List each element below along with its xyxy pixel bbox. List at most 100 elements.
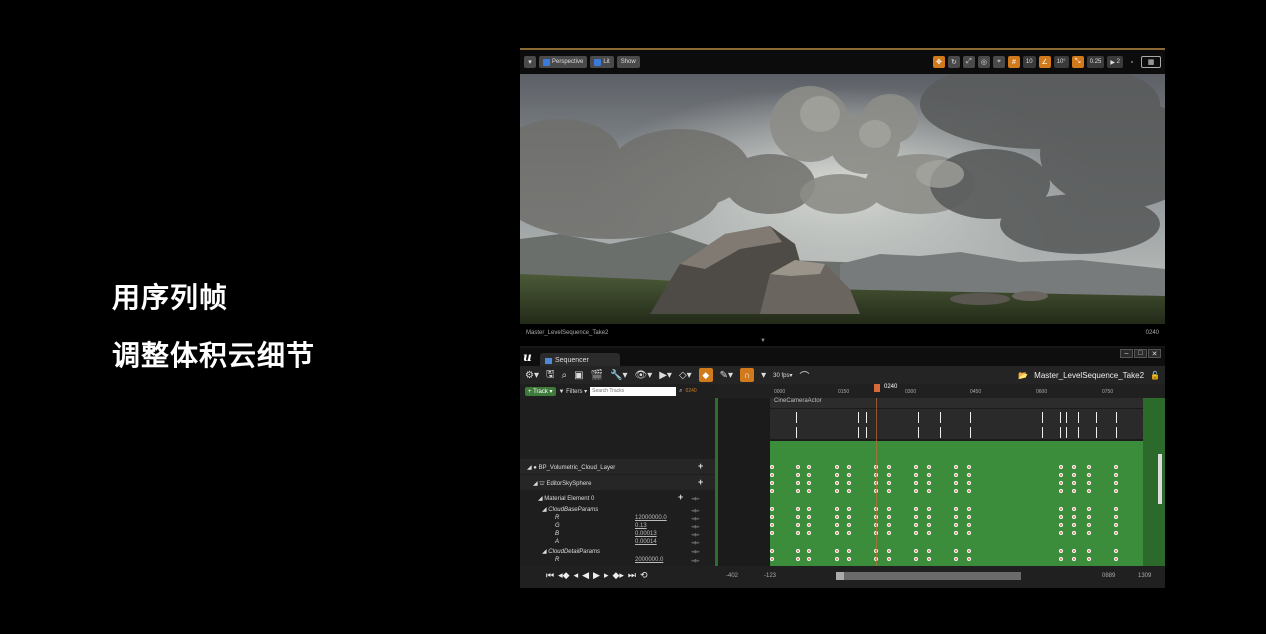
keyframe[interactable] [1114, 465, 1118, 469]
timeline-area[interactable]: 0000 0150 0300 0450 0600 0750 0240 CineC… [718, 384, 1165, 566]
fps-dropdown[interactable]: 30 fps▾ [773, 372, 792, 379]
jump-start-icon[interactable]: ⏮ [546, 570, 554, 581]
current-frame-field[interactable]: 0240 [686, 388, 697, 394]
play-start-field[interactable]: -123 [764, 573, 776, 579]
keyframe[interactable] [807, 489, 811, 493]
layout-icon[interactable]: ▦ [1141, 56, 1161, 68]
section-keyframe-mark[interactable] [940, 412, 941, 423]
keyframe[interactable] [967, 523, 971, 527]
section-keyframe-mark[interactable] [1078, 427, 1079, 438]
section-keyframe-mark[interactable] [1066, 427, 1067, 438]
keyframe[interactable] [847, 465, 851, 469]
section-keyframe-mark[interactable] [866, 427, 867, 438]
keyframe[interactable] [796, 557, 800, 561]
keyframe[interactable] [1087, 473, 1091, 477]
keyframe[interactable] [914, 489, 918, 493]
keyframe[interactable] [847, 531, 851, 535]
keyframe[interactable] [1114, 489, 1118, 493]
keyframe[interactable] [835, 523, 839, 527]
keyframe[interactable] [1072, 557, 1076, 561]
section-keyframe-mark[interactable] [1042, 412, 1043, 423]
keyframe[interactable] [927, 465, 931, 469]
keyframe[interactable] [1059, 507, 1063, 511]
material-keys-section[interactable] [770, 441, 1143, 566]
keyframe[interactable] [1114, 557, 1118, 561]
keyframe[interactable] [847, 473, 851, 477]
channel-value[interactable]: 0.00014 [635, 539, 657, 545]
scale-snap-icon[interactable]: ⤡ [1071, 56, 1084, 68]
keyframe[interactable] [1114, 523, 1118, 527]
keyframe[interactable] [927, 481, 931, 485]
keyframe[interactable] [1087, 523, 1091, 527]
keyframe[interactable] [847, 515, 851, 519]
curve-editor-icon[interactable]: ⌒ [799, 368, 809, 383]
keyframe[interactable] [967, 557, 971, 561]
render-movie-icon[interactable]: 🎬 [591, 370, 603, 381]
keyframe[interactable] [887, 489, 891, 493]
keyframe[interactable] [914, 549, 918, 553]
section-keyframe-mark[interactable] [1116, 427, 1117, 438]
key-nav[interactable]: ◂◆▸ [691, 516, 700, 522]
keyframe[interactable] [770, 489, 774, 493]
tree-item-volumetric-cloud[interactable]: ◢ ● BP_Volumetric_Cloud_Layer [527, 464, 615, 471]
next-key-icon[interactable]: ◆▸ [612, 570, 623, 581]
keyframe[interactable] [914, 465, 918, 469]
keyframe[interactable] [1072, 523, 1076, 527]
rotation-snap-value[interactable]: 10° [1053, 56, 1069, 68]
keyframe[interactable] [887, 507, 891, 511]
keyframe[interactable] [807, 549, 811, 553]
world-local-icon[interactable]: ◎ [977, 56, 990, 68]
keyframe[interactable] [796, 531, 800, 535]
view-end-field[interactable]: 1309 [1138, 573, 1151, 579]
settings-gear-icon[interactable]: ⚙▾ [525, 370, 539, 381]
keyframe[interactable] [954, 489, 958, 493]
keyframe[interactable] [1087, 507, 1091, 511]
keyframe[interactable] [796, 481, 800, 485]
keyframe[interactable] [1059, 481, 1063, 485]
keyframe[interactable] [954, 465, 958, 469]
keyframe[interactable] [1072, 531, 1076, 535]
loop-icon[interactable]: ⟲ [640, 570, 648, 581]
rotate-icon[interactable]: ↻ [947, 56, 960, 68]
key-options-icon[interactable]: ◇▾ [679, 370, 692, 381]
keyframe[interactable] [914, 515, 918, 519]
keyframe[interactable] [847, 523, 851, 527]
material-key-nav[interactable]: ◂◆▸ [691, 496, 700, 502]
keyframe[interactable] [807, 465, 811, 469]
keyframe[interactable] [770, 465, 774, 469]
section-keyframe-mark[interactable] [858, 412, 859, 423]
keyframe[interactable] [1114, 507, 1118, 511]
section-keyframe-mark[interactable] [796, 412, 797, 423]
next-frame-icon[interactable]: ▸ [604, 570, 609, 581]
keyframe[interactable] [796, 515, 800, 519]
keyframe[interactable] [1072, 465, 1076, 469]
section-keyframe-mark[interactable] [796, 427, 797, 438]
keyframe[interactable] [927, 507, 931, 511]
scale-snap-value[interactable]: 0.25 [1086, 56, 1105, 68]
keyframe[interactable] [807, 523, 811, 527]
keyframe[interactable] [967, 515, 971, 519]
keyframe[interactable] [770, 507, 774, 511]
tree-item-skysphere[interactable]: ◢ ⛫ EditorSkySphere [533, 480, 592, 488]
keyframe[interactable] [1059, 515, 1063, 519]
keyframe[interactable] [887, 473, 891, 477]
keyframe[interactable] [967, 531, 971, 535]
section-keyframe-mark[interactable] [1116, 412, 1117, 423]
prev-key-icon[interactable]: ◂◆ [558, 570, 569, 581]
keyframe[interactable] [887, 481, 891, 485]
keyframe[interactable] [1087, 481, 1091, 485]
keyframe[interactable] [1087, 531, 1091, 535]
keyframe[interactable] [1059, 465, 1063, 469]
key-nav[interactable]: ◂◆▸ [691, 508, 700, 514]
maximize-icon[interactable]: □ [1134, 349, 1147, 358]
keyframe[interactable] [954, 515, 958, 519]
keyframe[interactable] [847, 557, 851, 561]
keyframe[interactable] [954, 557, 958, 561]
keyframe[interactable] [847, 507, 851, 511]
surface-snap-icon[interactable]: ⌖ [992, 56, 1005, 68]
channel-value[interactable]: 12000000.0 [635, 515, 667, 521]
section-keyframe-mark[interactable] [1066, 412, 1067, 423]
keyframe[interactable] [1114, 481, 1118, 485]
keyframe[interactable] [914, 507, 918, 511]
grid-snap-icon[interactable]: # [1007, 56, 1020, 68]
